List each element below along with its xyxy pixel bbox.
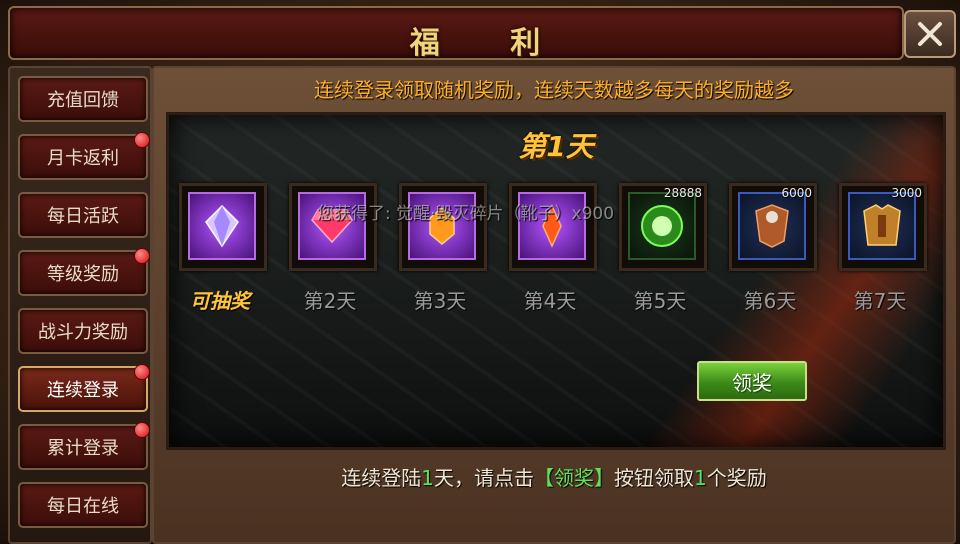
close-button[interactable]: [904, 10, 956, 58]
reward-slot-day-5[interactable]: 28888: [619, 183, 707, 271]
main-panel: 连续登录领取随机奖励，连续天数越多每天的奖励越多 第1天 28888 6000 …: [152, 66, 956, 544]
instruction-highlight: 1: [421, 466, 434, 490]
reward-quantity: 6000: [781, 186, 812, 200]
sidebar-item-label: 等级奖励: [47, 264, 119, 285]
sidebar-item-label: 月卡返利: [47, 148, 119, 169]
game-window: 福 利 充值回馈 月卡返利 每日活跃 等级奖励 战斗力奖励 连续登录 累计登录 …: [0, 0, 960, 544]
sidebar-item-label: 每日在线: [47, 496, 119, 517]
sidebar-item-power-reward[interactable]: 战斗力奖励: [18, 308, 148, 354]
notification-dot: [134, 132, 150, 148]
reward-icon-frame: [848, 192, 916, 260]
sidebar-item-label: 每日活跃: [47, 206, 119, 227]
sidebar-item-label: 充值回馈: [47, 90, 119, 111]
sidebar-item-monthly-card[interactable]: 月卡返利: [18, 132, 150, 180]
reward-icon-frame: [738, 192, 806, 260]
instruction-part: 天，请点击: [434, 466, 534, 490]
instruction-part: 按钮领取: [614, 466, 694, 490]
sidebar-item-recharge[interactable]: 充值回馈: [18, 76, 148, 122]
reward-label-day-5: 第5天: [633, 289, 687, 313]
purple-gem-icon: [205, 204, 239, 248]
sidebar-item-label: 连续登录: [47, 380, 119, 401]
reward-label-day-2: 第2天: [303, 289, 357, 313]
reward-slot-day-6[interactable]: 6000: [729, 183, 817, 271]
reward-quantity: 3000: [891, 186, 922, 200]
event-description: 连续登录领取随机奖励，连续天数越多每天的奖励越多: [314, 78, 794, 102]
sidebar-item-daily-online[interactable]: 每日在线: [18, 482, 148, 528]
window-title: 福 利: [409, 26, 571, 61]
reward-slot-day-3[interactable]: [399, 183, 487, 271]
notification-dot: [134, 422, 150, 438]
close-icon: [918, 22, 942, 46]
instruction-highlight: 1: [694, 466, 707, 490]
instruction-highlight: 【领奖】: [534, 466, 614, 490]
reward-label-day-3: 第3天: [413, 289, 467, 313]
armor-shoulder-icon: [755, 204, 789, 248]
sidebar-item-level-reward[interactable]: 等级奖励: [18, 248, 150, 296]
instruction-part: 个奖励: [706, 466, 767, 490]
title-bar: 福 利: [8, 6, 904, 61]
sidebar-item-label: 累计登录: [47, 438, 119, 459]
reward-label-day-1: 可抽奖: [190, 289, 250, 313]
sidebar-item-label: 战斗力奖励: [38, 322, 128, 343]
instruction-part: 连续登陆: [341, 466, 422, 490]
sidebar-item-consecutive-login[interactable]: 连续登录: [18, 364, 150, 412]
reward-toast: 您获得了: 觉醒·毁灭碎片（靴子）x900: [317, 204, 615, 224]
reward-slot-day-7[interactable]: 3000: [839, 183, 927, 271]
reward-label-day-6: 第6天: [743, 289, 797, 313]
claim-reward-button[interactable]: 领奖: [697, 361, 807, 401]
sidebar-item-cumulative-login[interactable]: 累计登录: [18, 422, 150, 470]
current-day-title: 第1天: [518, 130, 594, 163]
instruction-text: 连续登陆1天，请点击【领奖】按钮领取1个奖励: [154, 462, 954, 491]
reward-label-day-4: 第4天: [523, 289, 577, 313]
reward-icon-frame: [188, 192, 256, 260]
reward-quantity: 28888: [663, 186, 702, 200]
notification-dot: [134, 248, 150, 264]
reward-slot-day-2[interactable]: [289, 183, 377, 271]
reward-scene: 第1天 28888 6000 3000 可抽奖 第2天 第3天 第4天 第5天 …: [166, 112, 946, 450]
sidebar: 充值回馈 月卡返利 每日活跃 等级奖励 战斗力奖励 连续登录 累计登录 每日在线: [8, 66, 152, 544]
reward-slot-day-4[interactable]: [509, 183, 597, 271]
reward-label-day-7: 第7天: [853, 289, 907, 313]
armor-chest-icon: [863, 204, 901, 246]
reward-slot-day-1[interactable]: [179, 183, 267, 271]
sidebar-item-daily-activity[interactable]: 每日活跃: [18, 192, 148, 238]
notification-dot: [134, 364, 150, 380]
